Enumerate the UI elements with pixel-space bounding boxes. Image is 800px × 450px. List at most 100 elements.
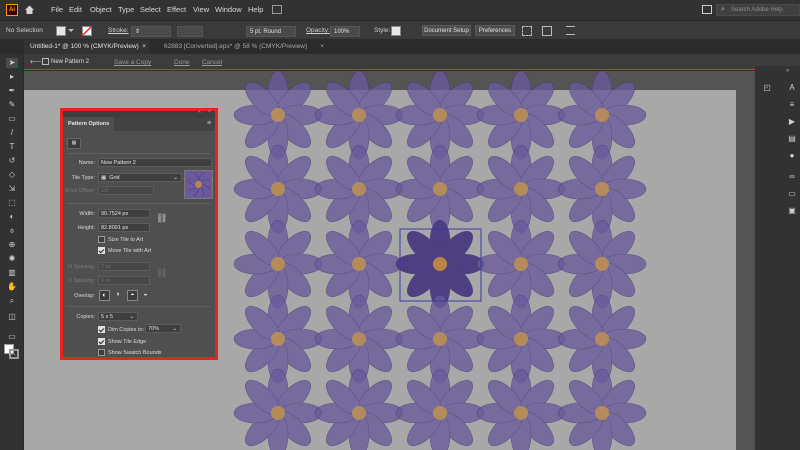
menu-select[interactable]: Select [140,5,161,14]
curvature-tool-icon[interactable]: ✎ [6,100,18,110]
panel-close-icon[interactable]: × [208,109,211,115]
v-spacing-field: 0 px [98,276,150,285]
brush-definition-field[interactable]: 5 pt. Round [246,26,296,37]
menu-window[interactable]: Window [215,5,242,14]
menu-object[interactable]: Object [90,5,112,14]
name-label: Name: [78,160,95,166]
zoom-tool-icon[interactable]: ⌕ [6,296,18,306]
scale-tool-icon[interactable]: ⇲ [6,184,18,194]
menu-view[interactable]: View [193,5,209,14]
rectangle-tool-icon[interactable]: ▭ [6,114,18,124]
divider [67,153,211,154]
preferences-button[interactable]: Preferences [475,25,515,36]
arrange-icon[interactable] [522,26,532,36]
dim-copies-value: 70% [148,326,160,332]
paintbrush-tool-icon[interactable]: / [6,128,18,138]
link-proportions-icon[interactable]: ⛓ [156,213,167,224]
tile-type-select[interactable]: ▦ Grid ⌄ [98,173,182,182]
move-tile-with-art-checkbox[interactable] [98,247,105,254]
dim-copies-select[interactable]: 70% ⌄ [145,324,181,333]
tab-62883-converted[interactable]: 62883 [Converted].eps* @ 58 % (CMYK/Prev… [158,40,328,54]
menu-help[interactable]: Help [248,5,263,14]
opacity-field[interactable]: 100% [330,26,360,37]
paragraph-panel-icon[interactable]: ≡ [785,100,799,110]
dim-copies-checkbox[interactable] [98,326,105,333]
home-icon[interactable] [24,4,35,15]
document-setup-button[interactable]: Document Setup [422,25,471,36]
fill-dropdown-icon[interactable] [68,29,74,32]
libraries-panel-icon[interactable]: ◰ [760,83,774,93]
menu-effect[interactable]: Effect [167,5,186,14]
style-swatch[interactable] [391,26,401,36]
type-tool-icon[interactable]: T [6,142,18,152]
edit-toolbar-icon[interactable]: ⋯ [6,350,18,360]
divider [67,306,211,307]
transform-panel-icon[interactable]: ▣ [785,206,799,216]
tab-label: 62883 [Converted].eps* @ 58 % (CMYK/Prev… [164,43,308,50]
rotate-tool-icon[interactable]: ↺ [6,156,18,166]
links-panel-icon[interactable]: ∞ [785,172,799,182]
pattern-tile-thumbnail [176,162,221,207]
chevron-down-icon: ⌄ [129,314,134,320]
menu-file[interactable]: File [51,5,63,14]
pen-tool-icon[interactable]: ✒ [6,86,18,96]
actions-panel-icon[interactable]: ▶ [785,117,799,127]
menu-type[interactable]: Type [118,5,134,14]
menu-edit[interactable]: Edit [69,5,82,14]
pattern-tile-tool-icon[interactable]: ▦ [67,138,81,149]
free-transform-tool-icon[interactable]: ⬚ [6,198,18,208]
hand-tool-icon[interactable]: ✋ [6,282,18,292]
pattern-name-field[interactable]: New Pattern 2 [98,158,212,167]
tab-close-icon[interactable]: × [142,40,146,54]
blend-tool-icon[interactable]: ⊕ [6,240,18,250]
size-tile-to-art-checkbox[interactable] [98,236,105,243]
done-button[interactable]: Done [174,59,190,66]
screen-mode-icon[interactable]: ▭ [6,332,18,342]
overlap-bottom-in-front-icon[interactable]: ◒ [140,290,151,301]
panel-title[interactable]: Pattern Options [63,117,115,131]
copies-select[interactable]: 5 x 5 ⌄ [98,312,138,321]
fill-swatch[interactable] [56,26,66,36]
right-panel-dock: « ◰ A ≡ ▶ ▤ ● ∞ ▭ ▣ [755,66,800,450]
panel-collapse-icon[interactable]: « [198,109,201,115]
back-arrow-icon[interactable]: ⟵ [30,57,41,66]
size-tile-to-art-label: Size Tile to Art [108,237,144,243]
symbol-sprayer-tool-icon[interactable]: ✺ [6,254,18,264]
direct-selection-tool-icon[interactable]: ▸ [6,72,18,82]
overlap-left-in-front-icon[interactable]: ◐ [99,290,110,301]
selection-tool-icon[interactable]: ➤ [6,58,18,68]
graph-tool-icon[interactable]: ▥ [6,268,18,278]
save-copy-button[interactable]: Save a Copy [114,59,151,66]
shape-builder-tool-icon[interactable]: ◐ [6,212,18,222]
height-field[interactable]: 82.8091 px [98,223,150,232]
more-options-icon[interactable] [566,26,575,35]
dock-collapse-icon[interactable]: « [786,68,789,74]
width-field[interactable]: 90.7524 px [98,209,150,218]
overlap-top-in-front-icon[interactable]: ◓ [127,290,138,301]
overlap-right-in-front-icon[interactable]: ◑ [112,290,123,301]
stroke-swatch[interactable] [82,26,92,36]
properties-panel-icon[interactable]: ● [785,151,799,161]
show-swatch-bounds-checkbox[interactable] [98,349,105,356]
panel-toggle-icon[interactable] [702,5,712,14]
eyedropper-tool-icon[interactable]: ⌽ [6,226,18,236]
panel-menu-icon[interactable]: ≡ [207,120,211,127]
workspace-switcher-icon[interactable] [272,5,282,14]
align-panel-icon[interactable]: ▭ [785,189,799,199]
tile-type-value: Grid [109,175,120,181]
layers-panel-icon[interactable]: ▤ [785,134,799,144]
stroke-weight-field[interactable]: ⇕ [131,26,171,37]
overlap-label: Overlap: [74,293,95,299]
variable-width-field[interactable] [177,26,203,37]
transform-icon[interactable] [542,26,552,36]
cancel-button[interactable]: Cancel [202,59,222,66]
search-icon: ⌕ [721,6,725,13]
character-panel-icon[interactable]: A [785,83,799,93]
show-tile-edge-checkbox[interactable] [98,338,105,345]
app-logo[interactable]: Ai [6,4,18,16]
draw-mode-icon[interactable]: ◫ [6,312,18,322]
search-field[interactable]: ⌕ Search Adobe Help [716,4,800,16]
eraser-tool-icon[interactable]: ◇ [6,170,18,180]
tab-untitled-1[interactable]: Untitled-1* @ 100 % (CMYK/Preview) × [24,40,150,54]
tab-close-icon[interactable]: × [320,40,324,54]
